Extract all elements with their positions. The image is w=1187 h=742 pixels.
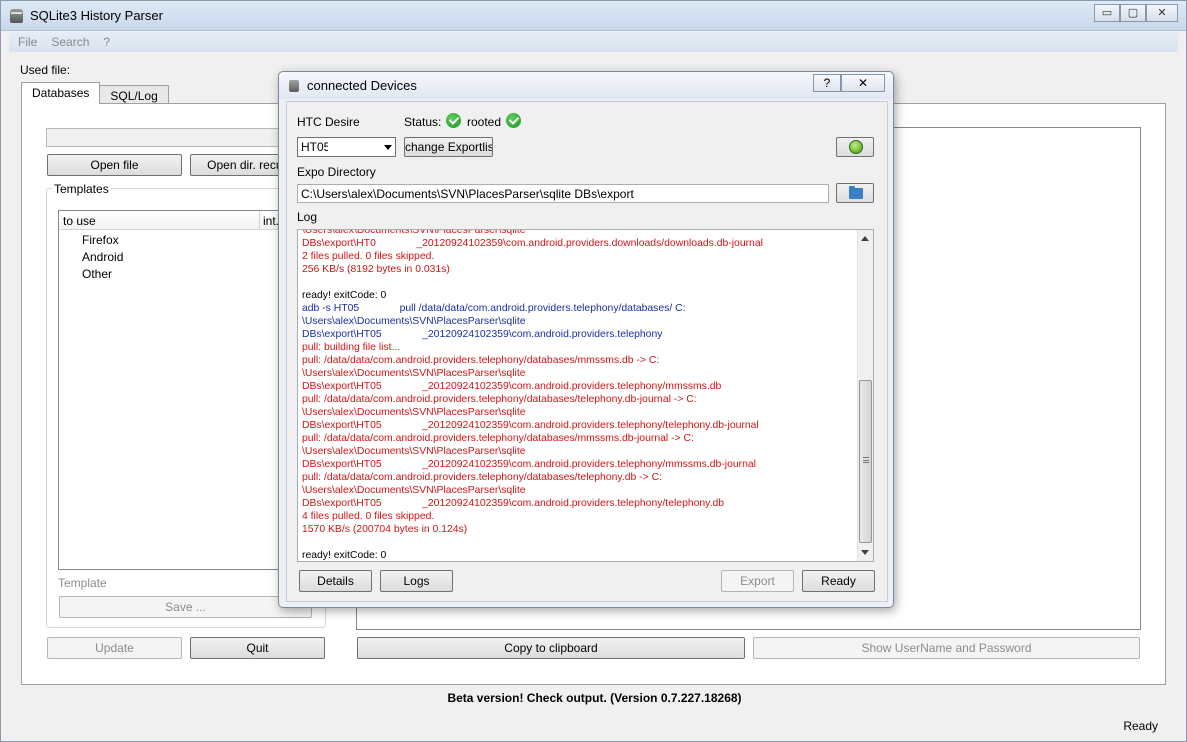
expo-directory-input[interactable]: C:\Users\alex\Documents\SVN\PlacesParser… [297, 184, 829, 203]
log-line: ready! exitCode: 0 [302, 550, 387, 561]
device-select[interactable]: HT05 [297, 137, 396, 157]
log-label: Log [297, 210, 318, 224]
beta-notice: Beta version! Check output. (Version 0.7… [447, 691, 742, 705]
update-button[interactable]: Update [47, 637, 182, 659]
logs-button[interactable]: Logs [380, 570, 453, 592]
log-line: pull: /data/data/com.android.providers.t… [302, 394, 697, 405]
export-button[interactable]: Export [721, 570, 794, 592]
log-line: 2 files pulled. 0 files skipped. [302, 251, 435, 262]
templates-tree[interactable]: to use int. Firefox Android Other [58, 210, 308, 570]
device-select-value: HT05 [301, 140, 331, 154]
window-controls: ▭ ▢ ✕ [1094, 4, 1178, 22]
tree-item-android[interactable]: Android [82, 250, 123, 264]
log-line: \Users\alex\Documents\SVN\PlacesParser\s… [302, 485, 526, 496]
log-line: DBs\export\HT05 _20120924102359\com.andr… [302, 498, 725, 509]
status-value: rooted [467, 115, 502, 129]
column-separator [259, 211, 260, 230]
menu-search[interactable]: Search [51, 35, 89, 49]
expo-directory-label: Expo Directory [297, 165, 376, 179]
minimize-button[interactable]: ▭ [1094, 4, 1120, 22]
app-title: SQLite3 History Parser [30, 8, 163, 23]
change-exportlist-button[interactable]: change Exportlist [404, 137, 493, 157]
dialog-title-bar: connected Devices ? ✕ [279, 72, 893, 99]
tab-bar: Databases SQL/Log [21, 82, 169, 104]
scroll-thumb[interactable] [859, 380, 872, 543]
grip-icon [863, 457, 869, 463]
menu-file[interactable]: File [18, 35, 37, 49]
log-line: pull: /data/data/com.android.providers.t… [302, 355, 660, 366]
log-line: pull: building file list... [302, 342, 401, 353]
log-line: DBs\export\HT05 _20120924102359\com.andr… [302, 381, 722, 392]
log-content: \Users\alex\Documents\SVN\PlacesParser\s… [302, 229, 857, 561]
log-output[interactable]: \Users\alex\Documents\SVN\PlacesParser\s… [297, 229, 874, 562]
details-button[interactable]: Details [299, 570, 372, 592]
title-bar: SQLite3 History Parser ▭ ▢ ✕ [1, 1, 1186, 31]
maximize-button[interactable]: ▢ [1120, 4, 1146, 22]
log-line: pull: /data/data/com.android.providers.t… [302, 433, 694, 444]
chevron-down-icon [384, 145, 392, 150]
scroll-up-icon[interactable] [861, 236, 869, 241]
templates-group-title: Templates [52, 182, 111, 196]
ready-button[interactable]: Ready [802, 570, 875, 592]
close-button[interactable]: ✕ [1146, 4, 1178, 22]
scroll-down-icon[interactable] [861, 550, 869, 555]
quit-button[interactable]: Quit [190, 637, 325, 659]
status-label: Status: [404, 115, 442, 129]
log-line: \Users\alex\Documents\SVN\PlacesParser\s… [302, 316, 526, 327]
menu-bar: File Search ? [9, 32, 1178, 52]
help-button[interactable]: ? [813, 74, 841, 92]
template-label: Template [58, 576, 107, 590]
log-scrollbar[interactable] [857, 230, 873, 561]
tree-header: to use int. [59, 211, 307, 230]
check-icon [446, 113, 461, 128]
log-line: DBs\export\HT05 _20120924102359\com.andr… [302, 459, 756, 470]
tree-item-firefox[interactable]: Firefox [82, 233, 119, 247]
refresh-devices-button[interactable] [836, 137, 874, 157]
log-line: ready! exitCode: 0 [302, 290, 387, 301]
log-line: \Users\alex\Documents\SVN\PlacesParser\s… [302, 407, 526, 418]
database-icon [289, 80, 299, 92]
log-line: pull: /data/data/com.android.providers.t… [302, 472, 662, 483]
log-line: 1570 KB/s (200704 bytes in 0.124s) [302, 524, 468, 535]
log-line: adb -s HT05 pull /data/data/com.android.… [302, 303, 686, 314]
save-button[interactable]: Save ... [59, 596, 312, 618]
tab-databases[interactable]: Databases [21, 82, 101, 104]
tab-sql-log[interactable]: SQL/Log [99, 85, 169, 104]
refresh-icon [849, 140, 863, 154]
dialog-title: connected Devices [307, 78, 417, 93]
dialog-close-button[interactable]: ✕ [841, 74, 885, 92]
log-line: 4 files pulled. 0 files skipped. [302, 511, 435, 522]
open-file-button[interactable]: Open file [47, 154, 182, 176]
used-file-label: Used file: [20, 63, 71, 77]
log-line: \Users\alex\Documents\SVN\PlacesParser\s… [302, 229, 526, 236]
copy-clipboard-button[interactable]: Copy to clipboard [357, 637, 745, 659]
menu-help[interactable]: ? [103, 35, 110, 49]
database-icon [10, 9, 23, 23]
log-line: \Users\alex\Documents\SVN\PlacesParser\s… [302, 446, 526, 457]
column-to-use[interactable]: to use [63, 214, 96, 228]
device-name: HTC Desire [297, 115, 360, 129]
column-int[interactable]: int. [263, 214, 279, 228]
tree-item-other[interactable]: Other [82, 267, 112, 281]
connected-devices-dialog: connected Devices ? ✕ HTC Desire Status:… [278, 71, 894, 608]
status-text: Ready [1123, 719, 1158, 733]
rooted-check-icon [506, 113, 521, 128]
log-line: 256 KB/s (8192 bytes in 0.031s) [302, 264, 450, 275]
folder-icon [849, 186, 863, 199]
show-credentials-button[interactable]: Show UserName and Password [753, 637, 1140, 659]
log-line: DBs\export\HT05 _20120924102359\com.andr… [302, 420, 759, 431]
redacted-serial [328, 141, 373, 154]
used-file-path[interactable] [46, 128, 286, 147]
log-line: \Users\alex\Documents\SVN\PlacesParser\s… [302, 368, 526, 379]
log-line: DBs\export\HT05 _20120924102359\com.andr… [302, 329, 663, 340]
log-line: DBs\export\HT0 _20120924102359\com.andro… [302, 238, 763, 249]
browse-folder-button[interactable] [836, 183, 874, 203]
dialog-body: HTC Desire Status: rooted HT05 change Ex… [286, 101, 888, 602]
